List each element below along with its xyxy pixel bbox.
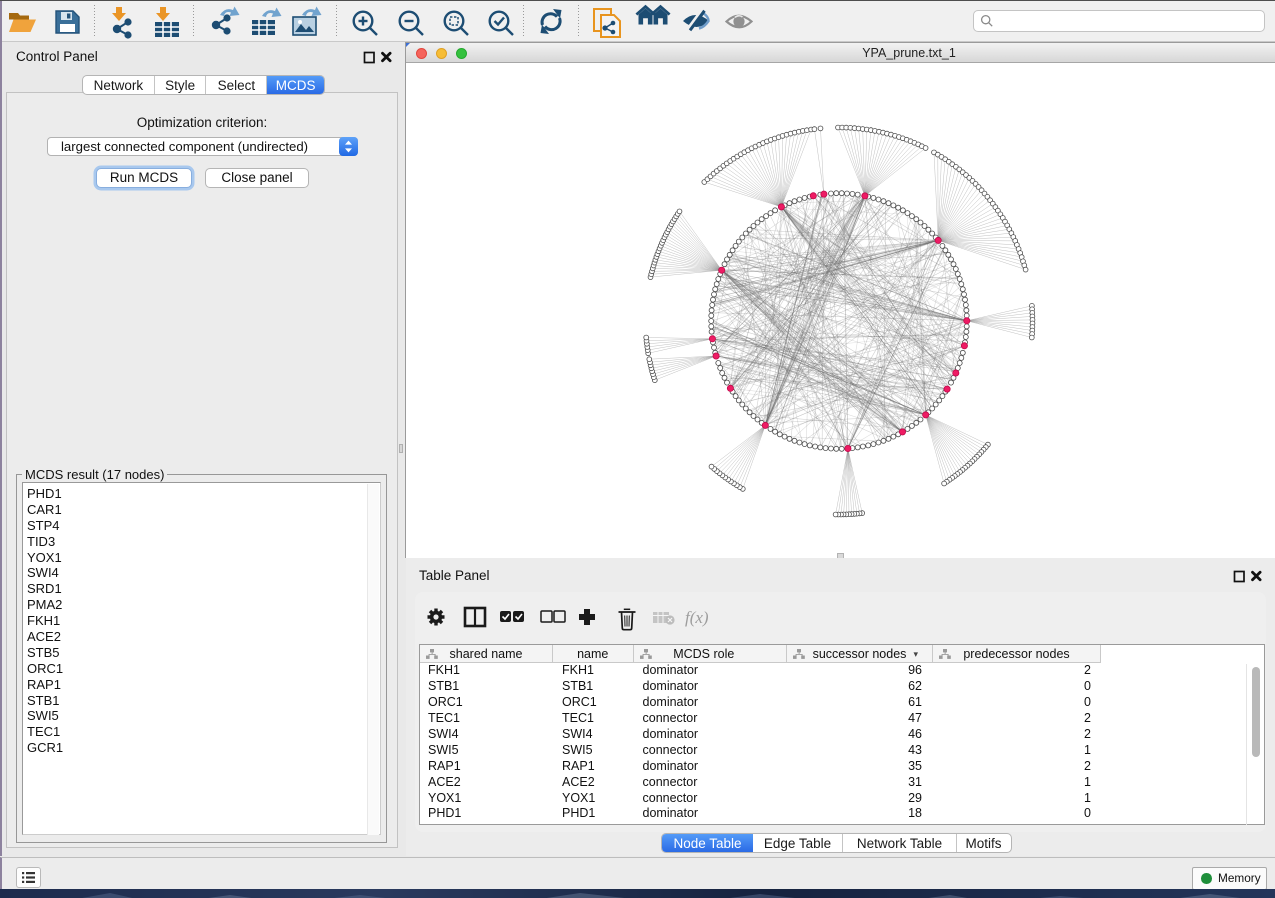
svg-text:f(x): f(x) [685, 608, 709, 627]
